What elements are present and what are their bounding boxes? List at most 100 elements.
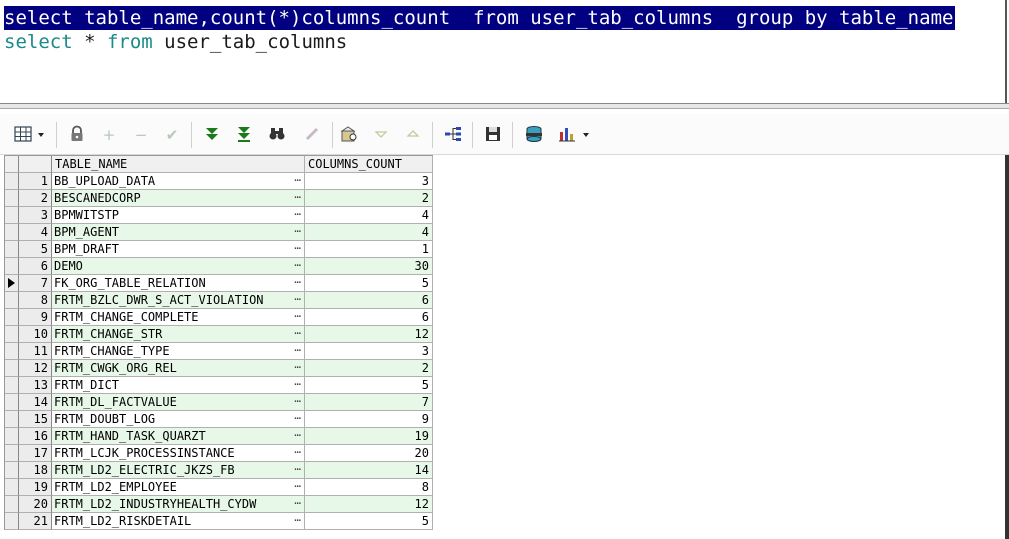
table-row[interactable]: 15 FRTM_DOUBT_LOG … 9 [5,411,433,428]
row-number-cell[interactable]: 17 [19,445,52,462]
table-name-cell[interactable]: BPM_DRAFT… [52,241,305,258]
table-row[interactable]: 13 FRTM_DICT … 5 [5,377,433,394]
chart-icon[interactable] [556,124,578,146]
table-row[interactable]: 3 BPMWITSTP … 4 [5,207,433,224]
row-indicator-cell[interactable] [5,292,19,309]
row-indicator-cell[interactable] [5,445,19,462]
table-row[interactable]: 5 BPM_DRAFT … 1 [5,241,433,258]
cell-ellipsis-button[interactable]: … [294,377,301,390]
columns-count-cell[interactable]: 9 [305,411,433,428]
table-name-cell[interactable]: FRTM_CHANGE_STR… [52,326,305,343]
binoculars-icon[interactable] [266,124,288,146]
table-row[interactable]: 8 FRTM_BZLC_DWR_S_ACT_VIOLATION … 6 [5,292,433,309]
row-indicator-cell[interactable] [5,309,19,326]
column-header-columns-count[interactable]: COLUMNS_COUNT [305,156,433,173]
row-number-cell[interactable]: 9 [19,309,52,326]
columns-count-cell[interactable]: 6 [305,292,433,309]
cell-ellipsis-button[interactable]: … [294,292,301,305]
row-indicator-cell[interactable] [5,360,19,377]
table-row[interactable]: 12 FRTM_CWGK_ORG_REL … 2 [5,360,433,377]
table-name-cell[interactable]: FRTM_DOUBT_LOG… [52,411,305,428]
row-indicator-cell[interactable] [5,207,19,224]
table-name-cell[interactable]: FRTM_LD2_EMPLOYEE… [52,479,305,496]
row-number-cell[interactable]: 21 [19,513,52,530]
table-name-cell[interactable]: FRTM_LD2_RISKDETAIL… [52,513,305,530]
table-row[interactable]: 17 FRTM_LCJK_PROCESSINSTANCE … 20 [5,445,433,462]
columns-count-cell[interactable]: 5 [305,513,433,530]
row-number-cell[interactable]: 7 [19,275,52,292]
row-indicator-cell[interactable] [5,513,19,530]
table-name-cell[interactable]: FRTM_LD2_INDUSTRYHEALTH_CYDW… [52,496,305,513]
table-name-cell[interactable]: BESCANEDCORP… [52,190,305,207]
row-indicator-cell[interactable] [5,224,19,241]
columns-count-cell[interactable]: 5 [305,275,433,292]
cell-ellipsis-button[interactable]: … [294,428,301,441]
row-number-cell[interactable]: 12 [19,360,52,377]
table-row[interactable]: 2 BESCANEDCORP… 2 [5,190,433,207]
cell-ellipsis-button[interactable]: … [294,462,301,475]
down-icon[interactable] [370,124,392,146]
table-row[interactable]: 19 FRTM_LD2_EMPLOYEE … 8 [5,479,433,496]
row-indicator-cell[interactable] [5,173,19,190]
database-icon[interactable] [523,124,545,146]
columns-count-cell[interactable]: 12 [305,326,433,343]
table-name-cell[interactable]: BPMWITSTP… [52,207,305,224]
tree-icon[interactable] [442,124,464,146]
cell-ellipsis-button[interactable]: … [294,496,301,509]
table-name-cell[interactable]: BPM_AGENT… [52,224,305,241]
table-name-cell[interactable]: FRTM_CHANGE_TYPE… [52,343,305,360]
table-name-cell[interactable]: FRTM_DL_FACTVALUE… [52,394,305,411]
table-row[interactable]: 9 FRTM_CHANGE_COMPLETE … 6 [5,309,433,326]
row-number-cell[interactable]: 10 [19,326,52,343]
cell-ellipsis-button[interactable]: … [294,190,301,203]
table-name-cell[interactable]: FRTM_LD2_ELECTRIC_JKZS_FB… [52,462,305,479]
cell-ellipsis-button[interactable]: … [294,258,301,271]
row-number-cell[interactable]: 5 [19,241,52,258]
cell-ellipsis-button[interactable]: … [294,275,301,288]
row-number-cell[interactable]: 8 [19,292,52,309]
cell-ellipsis-button[interactable]: … [294,479,301,492]
row-indicator-cell[interactable] [5,241,19,258]
row-number-cell[interactable]: 4 [19,224,52,241]
cell-ellipsis-button[interactable]: … [294,241,301,254]
table-name-cell[interactable]: FRTM_HAND_TASK_QUARZT… [52,428,305,445]
table-name-cell[interactable]: FRTM_CWGK_ORG_REL… [52,360,305,377]
row-number-cell[interactable]: 6 [19,258,52,275]
row-number-cell[interactable]: 18 [19,462,52,479]
cell-ellipsis-button[interactable]: … [294,207,301,220]
row-number-cell[interactable]: 2 [19,190,52,207]
table-row[interactable]: 20 FRTM_LD2_INDUSTRYHEALTH_CYDW … 12 [5,496,433,513]
table-row[interactable]: 1 BB_UPLOAD_DATA … 3 [5,173,433,190]
minus-icon[interactable]: − [130,124,152,146]
table-row[interactable]: 7 FK_ORG_TABLE_RELATION … 5 [5,275,433,292]
cell-ellipsis-button[interactable]: … [294,394,301,407]
grid-icon[interactable] [12,124,34,146]
columns-count-cell[interactable]: 2 [305,190,433,207]
table-row[interactable]: 11 FRTM_CHANGE_TYPE … 3 [5,343,433,360]
table-name-cell[interactable]: BB_UPLOAD_DATA… [52,173,305,190]
column-header-table-name[interactable]: TABLE_NAME [52,156,305,173]
row-indicator-cell[interactable] [5,326,19,343]
cell-ellipsis-button[interactable]: … [294,343,301,356]
cell-ellipsis-button[interactable]: … [294,513,301,526]
columns-count-cell[interactable]: 4 [305,207,433,224]
dropdown-arrow-icon[interactable] [580,124,592,146]
columns-count-cell[interactable]: 5 [305,377,433,394]
table-row[interactable]: 4 BPM_AGENT… 4 [5,224,433,241]
table-row[interactable]: 16 FRTM_HAND_TASK_QUARZT … 19 [5,428,433,445]
cell-ellipsis-button[interactable]: … [294,411,301,424]
cell-ellipsis-button[interactable]: … [294,326,301,339]
row-number-cell[interactable]: 14 [19,394,52,411]
cell-ellipsis-button[interactable]: … [294,360,301,373]
editor-splitter[interactable] [0,103,1009,109]
row-indicator-cell[interactable] [5,190,19,207]
columns-count-cell[interactable]: 20 [305,445,433,462]
sql-line[interactable]: select * from user_tab_columns [4,30,347,54]
next-page-icon[interactable] [201,124,223,146]
row-number-cell[interactable]: 13 [19,377,52,394]
columns-count-cell[interactable]: 3 [305,173,433,190]
table-row[interactable]: 10 FRTM_CHANGE_STR … 12 [5,326,433,343]
columns-count-cell[interactable]: 30 [305,258,433,275]
lock-icon[interactable] [66,124,88,146]
table-name-cell[interactable]: DEMO… [52,258,305,275]
